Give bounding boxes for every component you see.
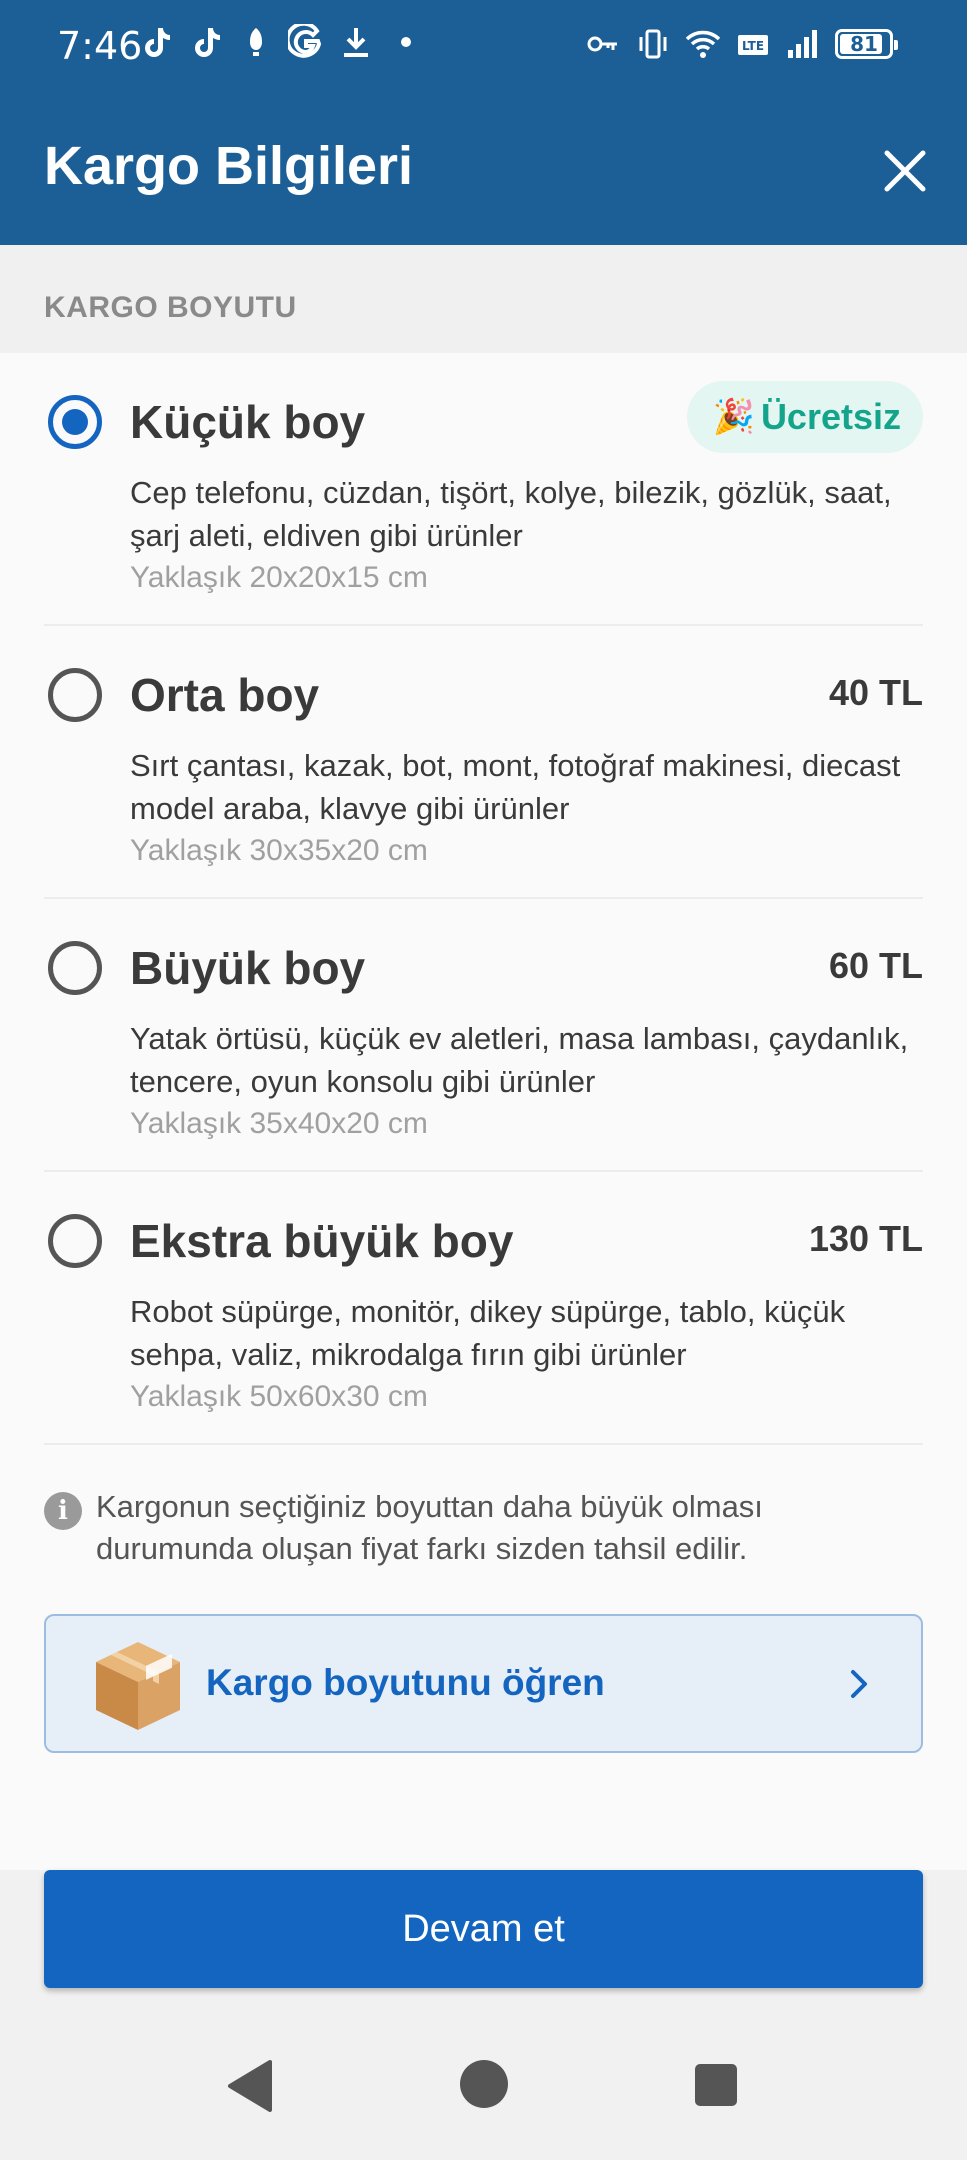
- option-description: Robot süpürge, monitör, dikey süpürge, t…: [130, 1294, 846, 1372]
- wifi-icon: [685, 26, 721, 62]
- size-option-small[interactable]: Küçük boy 🎉 Ücretsiz Cep telefonu, cüzda…: [0, 353, 967, 626]
- option-description: Yatak örtüsü, küçük ev aletleri, masa la…: [130, 1021, 909, 1099]
- bottom-action-area: Devam et: [0, 1870, 967, 2016]
- section-header: KARGO BOYUTU: [0, 245, 967, 353]
- option-description: Cep telefonu, cüzdan, tişört, kolye, bil…: [130, 475, 892, 553]
- chevron-right-icon: [851, 1670, 867, 1698]
- status-right-icons: LTE 81: [585, 26, 898, 62]
- nuts-icon: [238, 24, 274, 60]
- battery-level: 81: [850, 32, 878, 56]
- free-badge-label: Ücretsiz: [760, 396, 901, 437]
- package-box-icon: [96, 1642, 180, 1730]
- free-badge: 🎉 Ücretsiz: [686, 381, 923, 453]
- size-option-medium[interactable]: Orta boy 40 TL Sırt çantası, kazak, bot,…: [0, 626, 967, 899]
- option-title: Küçük boy: [130, 396, 366, 448]
- google-icon: [285, 21, 324, 60]
- recents-icon[interactable]: [695, 2064, 737, 2106]
- battery-icon: 81: [835, 29, 898, 59]
- radio-button[interactable]: [48, 941, 102, 995]
- option-title: Ekstra büyük boy: [130, 1215, 514, 1267]
- radio-button[interactable]: [48, 395, 102, 449]
- home-icon[interactable]: [460, 2060, 508, 2108]
- vpn-key-icon: [585, 26, 621, 62]
- option-price: 40 TL: [828, 672, 923, 713]
- divider: [44, 1443, 923, 1445]
- continue-button[interactable]: Devam et: [44, 1870, 923, 1988]
- lte-icon: LTE: [735, 26, 771, 62]
- size-option-extra-large[interactable]: Ekstra büyük boy 130 TL Robot süpürge, m…: [0, 1172, 967, 1445]
- tiktok-icon: [138, 24, 174, 60]
- learn-cargo-size-button[interactable]: Kargo boyutunu öğren: [44, 1614, 923, 1753]
- app-bar: Kargo Bilgileri: [0, 95, 967, 245]
- option-dimensions: Yaklaşık 50x60x30 cm: [130, 1380, 428, 1413]
- page-title: Kargo Bilgileri: [44, 136, 414, 196]
- info-text: Kargonun seçtiğiniz boyuttan daha büyük …: [96, 1489, 763, 1566]
- option-title: Büyük boy: [130, 942, 366, 994]
- svg-text:LTE: LTE: [742, 39, 764, 53]
- option-dimensions: Yaklaşık 20x20x15 cm: [130, 561, 428, 594]
- signal-icon: [785, 26, 821, 62]
- option-price: 130 TL: [808, 1218, 923, 1259]
- option-title: Orta boy: [130, 669, 320, 721]
- info-icon: i: [44, 1492, 82, 1530]
- option-dimensions: Yaklaşık 35x40x20 cm: [130, 1107, 428, 1140]
- status-bar: 7:46 LTE 81: [0, 0, 967, 95]
- option-price: 60 TL: [828, 945, 923, 986]
- radio-button[interactable]: [48, 1214, 102, 1268]
- tiktok-icon: [188, 24, 224, 60]
- status-time: 7:46: [57, 24, 143, 68]
- option-description: Sırt çantası, kazak, bot, mont, fotoğraf…: [130, 748, 901, 826]
- back-icon[interactable]: [224, 2056, 274, 2116]
- dot-icon: [388, 24, 424, 60]
- learn-cargo-size-label: Kargo boyutunu öğren: [206, 1662, 605, 1703]
- radio-button[interactable]: [48, 668, 102, 722]
- status-left-icons: [138, 21, 424, 60]
- vibrate-icon: [635, 26, 671, 62]
- close-icon: [884, 150, 926, 192]
- size-option-large[interactable]: Büyük boy 60 TL Yatak örtüsü, küçük ev a…: [0, 899, 967, 1172]
- option-dimensions: Yaklaşık 30x35x20 cm: [130, 834, 428, 867]
- party-popper-icon: 🎉: [712, 397, 755, 437]
- download-icon: [338, 24, 374, 60]
- section-header-label: KARGO BOYUTU: [44, 291, 297, 324]
- close-button[interactable]: [877, 143, 933, 199]
- system-nav-bar: [0, 2016, 967, 2160]
